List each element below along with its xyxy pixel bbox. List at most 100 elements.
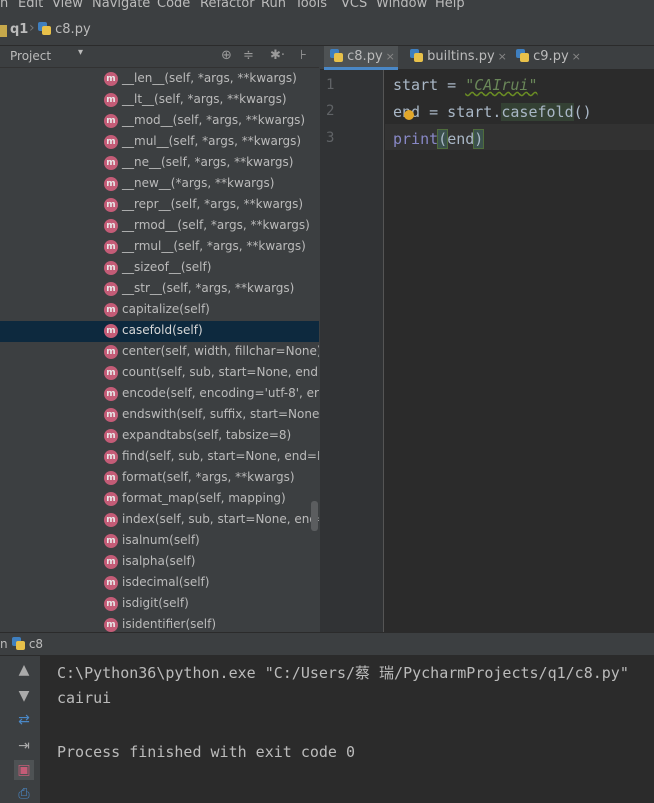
code-line-2[interactable]: end = start.casefold() (393, 103, 592, 121)
menu-item-navigate[interactable]: Navigate (92, 0, 150, 11)
project-tree-item[interactable]: m isdigit(self) (0, 594, 319, 615)
project-tree-item[interactable]: m encode(self, encoding='utf-8', erro (0, 384, 319, 405)
project-panel-title[interactable]: Project (10, 49, 51, 63)
project-tree-item[interactable]: m __repr__(self, *args, **kwargs) (0, 195, 319, 216)
scroll-down-icon[interactable]: ▼ (14, 686, 34, 706)
project-tree-item[interactable]: m __sizeof__(self) (0, 258, 319, 279)
code-line-3[interactable]: print(end) (393, 129, 485, 149)
project-tree-item-label: __rmul__(self, *args, **kwargs) (122, 239, 306, 253)
method-icon: m (104, 345, 118, 359)
method-icon: m (104, 408, 118, 422)
method-icon: m (104, 303, 118, 317)
project-tree-item[interactable]: m __rmul__(self, *args, **kwargs) (0, 237, 319, 258)
project-tree-item-label: __repr__(self, *args, **kwargs) (122, 197, 304, 211)
project-tree-item[interactable]: m __rmod__(self, *args, **kwargs) (0, 216, 319, 237)
run-panel-header: n c8 (0, 632, 654, 656)
project-tree-item-label: expandtabs(self, tabsize=8) (122, 428, 292, 442)
menu-item-tools[interactable]: Tools (295, 0, 327, 11)
project-tree-item[interactable]: m __ne__(self, *args, **kwargs) (0, 153, 319, 174)
project-tree-item[interactable]: m casefold(self) (0, 321, 319, 342)
menu-item-edit[interactable]: Edit (18, 0, 43, 11)
menu-item-file[interactable]: n (0, 0, 8, 11)
menu-item-refactor[interactable]: Refactor (200, 0, 255, 11)
close-icon[interactable]: × (498, 50, 507, 63)
breadcrumb-file[interactable]: c8.py (38, 22, 91, 37)
open-paren: ( (437, 129, 449, 149)
method-icon: m (104, 324, 118, 338)
argument: end (447, 130, 475, 148)
print-icon[interactable]: ⎙ (14, 784, 34, 803)
project-tree-item[interactable]: m endswith(self, suffix, start=None, e (0, 405, 319, 426)
close-icon[interactable]: × (386, 50, 395, 63)
menu-item-help[interactable]: Help (435, 0, 465, 11)
menu-item-window[interactable]: Window (376, 0, 427, 11)
project-tree: m __len__(self, *args, **kwargs) m __lt__(s… (0, 69, 319, 632)
project-tree-item[interactable]: m __mul__(self, *args, **kwargs) (0, 132, 319, 153)
method-icon: m (104, 219, 118, 233)
project-tree-item[interactable]: m __len__(self, *args, **kwargs) (0, 69, 319, 90)
string-literal: "CAIrui" (465, 76, 538, 94)
project-tree-item[interactable]: m index(self, sub, start=None, end= (0, 510, 319, 531)
method-icon: m (104, 93, 118, 107)
method-icon: m (104, 72, 118, 86)
project-tree-item-label: endswith(self, suffix, start=None, e (122, 407, 319, 421)
breadcrumb-project[interactable]: q1 (10, 22, 28, 37)
project-tree-item[interactable]: m isidentifier(self) (0, 615, 319, 632)
code-line-1[interactable]: start = "CAIrui" (393, 76, 538, 94)
project-tree-item[interactable]: m __lt__(self, *args, **kwargs) (0, 90, 319, 111)
breadcrumb-separator: › (29, 20, 35, 36)
menu-item-view[interactable]: View (52, 0, 83, 11)
method-icon: m (104, 576, 118, 590)
project-tree-item-label: isalnum(self) (122, 533, 200, 547)
project-tree-item[interactable]: m count(self, sub, start=None, end= (0, 363, 319, 384)
python-file-icon (12, 637, 25, 650)
project-tree-item-label: format_map(self, mapping) (122, 491, 286, 505)
project-tree-item-label: isdecimal(self) (122, 575, 210, 589)
project-tree-item[interactable]: m center(self, width, fillchar=None) (0, 342, 319, 363)
gear-icon[interactable]: ✱· (270, 48, 285, 63)
menu-item-code[interactable]: Code (157, 0, 190, 11)
method-icon: m (104, 240, 118, 254)
tab-c8-py[interactable]: c8.py × (324, 46, 398, 70)
chevron-down-icon[interactable]: ▾ (78, 47, 83, 58)
scrollbar-thumb[interactable] (311, 501, 318, 531)
tab-c9-py[interactable]: c9.py × (512, 46, 582, 70)
method-icon: m (104, 177, 118, 191)
project-tree-item[interactable]: m expandtabs(self, tabsize=8) (0, 426, 319, 447)
close-icon[interactable]: × (572, 50, 581, 63)
project-tree-item-label: __sizeof__(self) (122, 260, 212, 274)
run-config-tab[interactable]: c8 (12, 637, 43, 651)
tab-label: c9.py (533, 49, 569, 64)
project-tree-item[interactable]: m format_map(self, mapping) (0, 489, 319, 510)
collapse-icon[interactable]: ≑ (243, 48, 254, 63)
code-assignment: start = (393, 76, 466, 94)
project-tree-item[interactable]: m isdecimal(self) (0, 573, 319, 594)
tab-builtins-py[interactable]: builtins.py × (406, 46, 510, 70)
project-tree-item[interactable]: m capitalize(self) (0, 300, 319, 321)
menu-item-run[interactable]: Run (261, 0, 286, 11)
python-file-icon (38, 22, 51, 35)
project-tree-item[interactable]: m isalnum(self) (0, 531, 319, 552)
scroll-up-icon[interactable]: ▲ (14, 660, 34, 680)
project-tree-item-label: __lt__(self, *args, **kwargs) (122, 92, 287, 106)
pin-tab-icon[interactable]: ▣ (14, 760, 34, 780)
menu-item-vcs[interactable]: VCS (341, 0, 367, 11)
line-gutter: 1 2 3 (320, 70, 384, 632)
project-tree-item[interactable]: m find(self, sub, start=None, end=N (0, 447, 319, 468)
line-number: 1 (326, 77, 335, 93)
project-tree-item[interactable]: m isalpha(self) (0, 552, 319, 573)
soft-wrap-icon[interactable]: ⇄ (14, 710, 34, 730)
run-panel-title[interactable]: n (0, 637, 8, 651)
scroll-to-end-icon[interactable]: ⇥ (14, 736, 34, 756)
project-tree-item[interactable]: m __str__(self, *args, **kwargs) (0, 279, 319, 300)
project-tree-item[interactable]: m format(self, *args, **kwargs) (0, 468, 319, 489)
builtin-keyword: print (393, 130, 439, 148)
hide-panel-icon[interactable]: ⊦ (300, 48, 307, 63)
console-output-line: cairui (57, 689, 112, 707)
project-tree-item[interactable]: m __new__(*args, **kwargs) (0, 174, 319, 195)
project-tree-item[interactable]: m __mod__(self, *args, **kwargs) (0, 111, 319, 132)
lightbulb-icon[interactable] (404, 110, 414, 120)
code-editor[interactable]: 1 2 3 start = "CAIrui" end = start.casef… (320, 70, 654, 632)
console-output[interactable]: C:\Python36\python.exe "C:/Users/蔡 瑞/Pyc… (40, 656, 654, 803)
target-icon[interactable]: ⊕ (221, 48, 232, 63)
